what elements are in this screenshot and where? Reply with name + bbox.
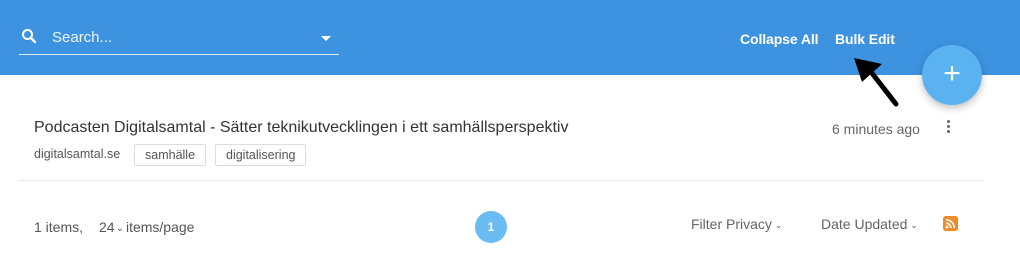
date-updated-dropdown[interactable]: Date Updated ⌄ — [821, 216, 918, 232]
more-vertical-icon[interactable] — [945, 120, 951, 134]
chevron-down-icon: ⌄ — [774, 220, 783, 230]
item-host[interactable]: digitalsamtal.se — [34, 147, 120, 161]
filter-privacy-dropdown[interactable]: Filter Privacy ⌄ — [691, 216, 782, 232]
list-item[interactable]: Podcasten Digitalsamtal - Sätter tekniku… — [19, 100, 983, 181]
bulk-edit-button[interactable]: Bulk Edit — [835, 31, 895, 47]
items-per-page-select[interactable]: 24⌄ items/page — [99, 219, 194, 235]
tag[interactable]: digitalisering — [215, 144, 307, 166]
per-page-suffix: items/page — [125, 219, 195, 235]
collapse-all-button[interactable]: Collapse All — [740, 31, 819, 47]
chevron-down-icon: ⌄ — [115, 223, 124, 234]
item-timestamp: 6 minutes ago — [832, 121, 920, 137]
search-icon[interactable] — [21, 28, 37, 44]
search-box — [19, 22, 339, 55]
per-page-value: 24 — [99, 219, 115, 235]
add-button[interactable]: + — [922, 45, 982, 105]
chevron-down-icon[interactable] — [321, 36, 331, 41]
item-title[interactable]: Podcasten Digitalsamtal - Sätter tekniku… — [34, 119, 568, 137]
rss-icon[interactable] — [943, 216, 958, 231]
search-input[interactable] — [52, 24, 312, 50]
items-count: 1 items, — [34, 219, 84, 235]
date-updated-label: Date Updated — [821, 216, 908, 232]
page-button[interactable]: 1 — [475, 211, 507, 243]
tag[interactable]: samhälle — [134, 144, 207, 166]
filter-privacy-label: Filter Privacy — [691, 216, 772, 232]
chevron-down-icon: ⌄ — [910, 220, 918, 230]
